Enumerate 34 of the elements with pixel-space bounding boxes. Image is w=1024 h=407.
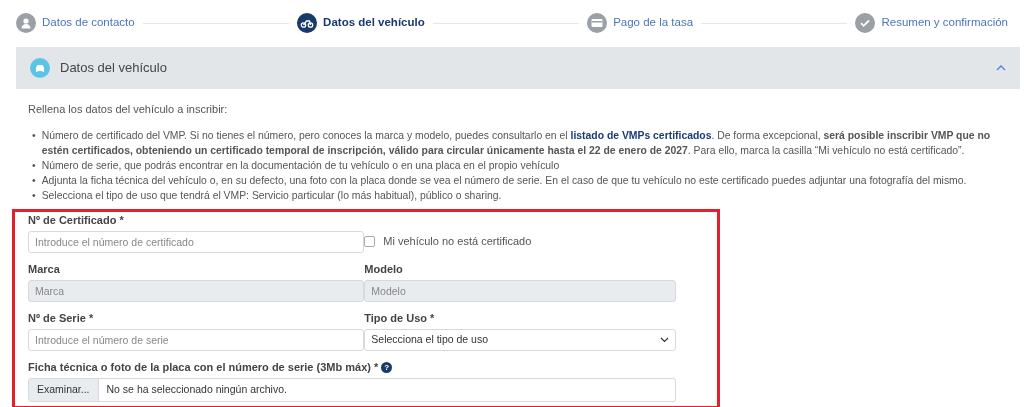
- use-type-dropdown[interactable]: Selecciona el tipo de uso: [364, 328, 676, 351]
- card-icon: [590, 16, 605, 30]
- file-input-field[interactable]: Examinar... No se ha seleccionado ningún archivo.: [28, 377, 676, 402]
- browse-button[interactable]: Examinar...: [29, 378, 99, 401]
- bullet-marker: •: [32, 173, 36, 188]
- field-label: Ficha técnica o foto de la placa con el número de serie (3Mb máx) *: [28, 360, 379, 374]
- bullet-marker: •: [32, 188, 36, 203]
- help-icon[interactable]: ?: [381, 361, 393, 373]
- section-header[interactable]: Datos del vehículo: [16, 47, 1020, 89]
- bullet-text: Selecciona el tipo de uso que tendrá el VMP: Servicio particular (lo más habitual), público o sharing.: [41, 188, 502, 203]
- field-label: Nº de Serie *: [28, 311, 95, 325]
- step-tab[interactable]: Datos de contacto: [16, 13, 135, 33]
- section-title: Datos del vehículo: [60, 59, 168, 78]
- field-label: Nº de Certificado *: [28, 213, 125, 227]
- step-tab[interactable]: Resumen y confirmación: [855, 13, 1008, 33]
- car-icon: [34, 62, 46, 74]
- person-icon: [19, 16, 33, 30]
- chevron-down-icon: [660, 336, 669, 343]
- step-tab[interactable]: Pago de la tasa: [587, 13, 694, 33]
- field-label: Tipo de Uso *: [364, 311, 436, 325]
- not-certified-checkbox[interactable]: Mi vehículo no está certificado: [364, 230, 532, 253]
- intro-text: Rellena los datos del vehículo a inscribir:: [28, 102, 229, 117]
- bullet-text: Adjunta la ficha técnica del vehículo o, en su defecto, una foto con la placa donde se vea el número de serie. En el caso de que tu vehículo no este certificado puedes adjuntar una fotografía del mismo.: [41, 173, 967, 188]
- certificate-number-field[interactable]: Introduce el número de certificado: [28, 230, 365, 253]
- collapse-chevron-icon: [996, 65, 1006, 71]
- bullet-marker: •: [32, 128, 36, 143]
- bullet-text: Número de serie, que podrás encontrar en la documentación de tu vehículo o en una placa en el propio vehículo: [41, 158, 560, 173]
- bullet-marker: •: [32, 158, 36, 173]
- field-label: Marca: [28, 262, 61, 276]
- step-tab[interactable]: Datos del vehículo: [297, 13, 425, 33]
- serial-number-field[interactable]: Introduce el número de serie: [28, 328, 365, 351]
- bullet-text: Número de certificado del VMP. Si no tienes el número, pero conoces la marca y modelo, puedes consultarlo en el listado de VMPs certificados. De forma excepcional, será posible inscribir VMP que no estén certificados, obteniendo un certificado temporal de inscripción, válido para circular únicamente hasta el 22 de enero de 2027. Para ello, marca la casilla “Mi vehículo no está certificado”.: [41, 128, 992, 158]
- file-status-text: No se ha seleccionado ningún archivo.: [105, 381, 288, 397]
- field-label: Modelo: [364, 262, 404, 276]
